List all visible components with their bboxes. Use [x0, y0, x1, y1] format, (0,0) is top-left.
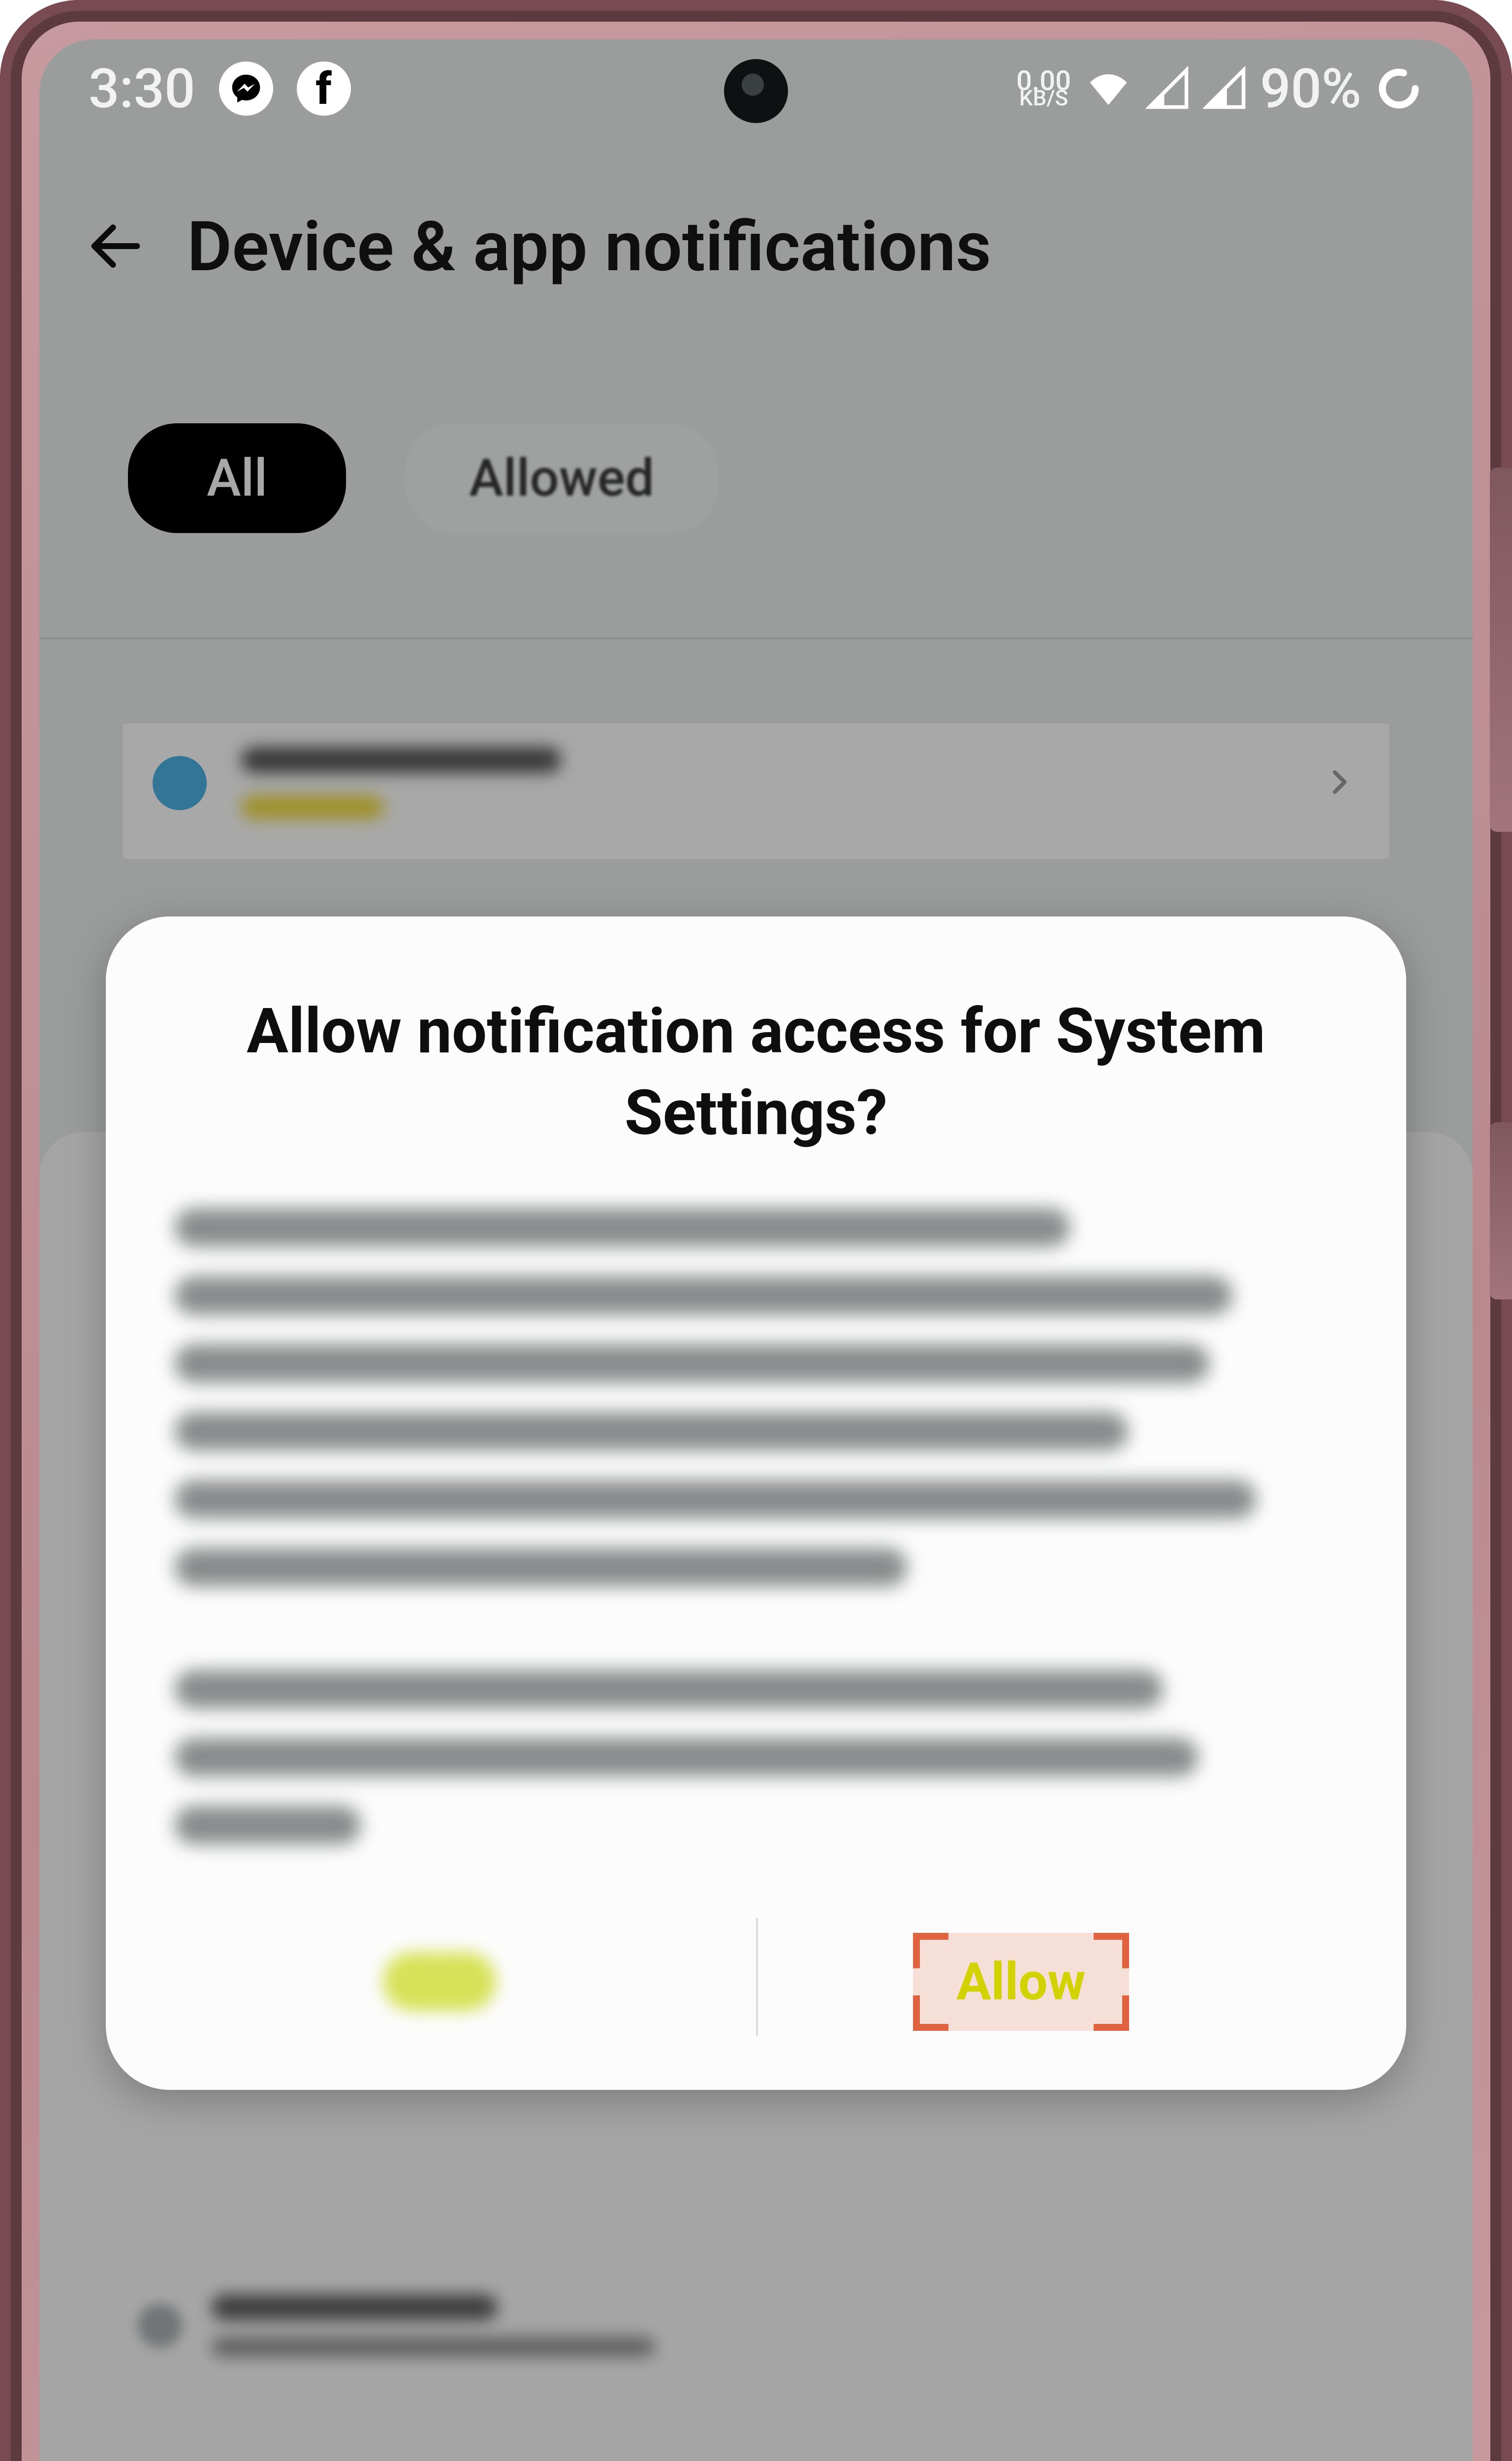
blurred-list-item: [138, 2264, 1374, 2387]
dialog-actions: Allow: [175, 1923, 1337, 2031]
blurred-text-line: [175, 1480, 1256, 1518]
blurred-text-line: [175, 1412, 1128, 1451]
power-button: [1490, 1122, 1512, 1299]
actions-divider: [756, 1918, 758, 2036]
blurred-text-line: [175, 1344, 1209, 1383]
status-bar: 3:30 f 0.00 KB/S: [39, 39, 1473, 138]
dialog-paragraph-2: [175, 1670, 1337, 1844]
facebook-icon: f: [297, 62, 351, 116]
filter-chip-all[interactable]: All: [128, 423, 346, 533]
page-title: Device & app notifications: [187, 207, 991, 287]
data-speed-unit: KB/S: [1019, 91, 1068, 106]
allow-button-highlight[interactable]: Allow: [913, 1933, 1129, 2031]
loading-spinner-icon: [1374, 64, 1423, 113]
dialog-body: [175, 1208, 1337, 1844]
status-left: 3:30 f: [89, 57, 351, 121]
phone-frame: Device & app notifications All Allowed: [0, 0, 1512, 2461]
blurred-text-line: [175, 1548, 907, 1586]
filter-chip-allowed[interactable]: Allowed: [405, 423, 718, 533]
app-list-item[interactable]: [123, 724, 1389, 859]
page-header: Device & app notifications: [39, 207, 1473, 287]
blurred-text-line: [175, 1738, 1198, 1776]
permission-dialog: Allow notification access for System Set…: [106, 916, 1406, 2090]
blurred-app-status: [241, 795, 384, 819]
wifi-icon: [1084, 64, 1133, 113]
filter-chips: All Allowed: [128, 423, 718, 533]
app-icon: [153, 756, 207, 810]
messenger-icon: [219, 62, 273, 116]
status-time: 3:30: [89, 57, 195, 121]
volume-buttons: [1490, 468, 1512, 832]
back-arrow-icon[interactable]: [84, 214, 148, 280]
blurred-text-line: [175, 1208, 1070, 1247]
blurred-text-line: [175, 1276, 1232, 1315]
cell-signal-1-icon: [1146, 66, 1190, 111]
blurred-text-line: [175, 1670, 1163, 1708]
blurred-text-line: [175, 1806, 361, 1844]
status-right: 0.00 KB/S 90%: [1016, 57, 1423, 121]
divider: [39, 637, 1473, 639]
screen: Device & app notifications All Allowed: [39, 39, 1473, 2461]
blurred-app-name: [241, 747, 561, 773]
blurred-line: [212, 2337, 655, 2357]
cell-signal-2-icon: [1203, 66, 1247, 111]
battery-percentage: 90%: [1260, 57, 1361, 121]
chevron-right-icon: [1320, 762, 1359, 804]
deny-button[interactable]: [383, 1952, 496, 2011]
dialog-title: Allow notification access for System Set…: [175, 990, 1337, 1154]
dialog-paragraph-1: [175, 1208, 1337, 1586]
blurred-line: [212, 2295, 497, 2320]
data-speed-indicator: 0.00 KB/S: [1016, 71, 1071, 106]
allow-button-label: Allow: [956, 1952, 1086, 2012]
blurred-item-icon: [138, 2303, 182, 2348]
